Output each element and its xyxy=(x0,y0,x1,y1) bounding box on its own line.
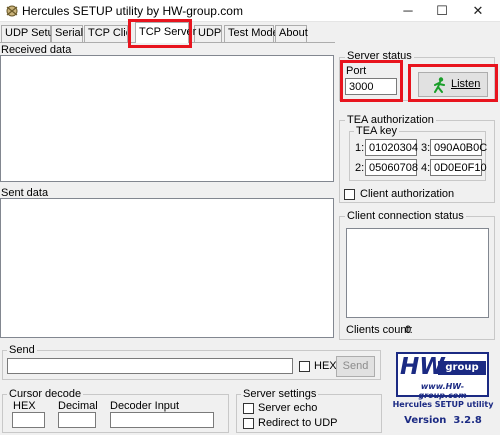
group-logo-text: group xyxy=(438,361,486,375)
send-hex-label: HEX xyxy=(314,360,337,372)
send-title: Send xyxy=(7,344,37,356)
tea-key-4-index: 4: xyxy=(421,162,431,174)
server-settings-title: Server settings xyxy=(241,388,319,400)
tab-test-mode[interactable]: Test Mode xyxy=(224,25,279,42)
close-button[interactable]: ✕ xyxy=(456,0,500,22)
clients-count-value: 0 xyxy=(405,324,412,336)
send-hex-checkbox[interactable] xyxy=(299,361,310,372)
tcp-server-tab-highlight xyxy=(128,19,192,48)
cursor-decimal-field[interactable] xyxy=(58,412,96,428)
send-input[interactable] xyxy=(7,358,293,374)
tea-key-1-input[interactable]: 01020304 xyxy=(365,139,418,156)
client-list[interactable] xyxy=(346,228,489,318)
hw-url-text: www.HW-group.com xyxy=(418,382,467,400)
client-authorization-label: Client authorization xyxy=(360,188,455,200)
received-data-area[interactable] xyxy=(0,55,334,182)
sent-data-area[interactable] xyxy=(0,198,334,338)
cursor-hex-field[interactable] xyxy=(12,412,45,428)
clients-count-label: Clients count: xyxy=(346,324,413,336)
port-highlight xyxy=(340,60,403,102)
client-status-title: Client connection status xyxy=(345,210,466,222)
server-echo-checkbox[interactable] xyxy=(243,403,254,414)
app-icon xyxy=(6,5,18,17)
redirect-udp-checkbox[interactable] xyxy=(243,418,254,429)
tea-key-2-input[interactable]: 05060708 xyxy=(365,159,418,176)
tab-udp-setup[interactable]: UDP Setup xyxy=(1,25,60,42)
cursor-hex-label: HEX xyxy=(13,400,36,412)
redirect-udp-label: Redirect to UDP xyxy=(258,417,338,429)
tab-tcp-client[interactable]: TCP Client xyxy=(84,25,128,42)
cursor-decimal-label: Decimal xyxy=(58,400,98,412)
tea-key-2-index: 2: xyxy=(355,162,365,174)
server-echo-label: Server echo xyxy=(258,402,318,414)
send-button[interactable]: Send xyxy=(336,356,375,377)
tab-about[interactable]: About xyxy=(275,25,308,42)
tea-key-1-index: 1: xyxy=(355,142,365,154)
tea-key-title: TEA key xyxy=(354,125,399,137)
listen-highlight xyxy=(408,64,498,102)
hw-group-logo[interactable]: HW group www.HW-group.com xyxy=(396,352,489,400)
tea-key-3-input[interactable]: 090A0B0C xyxy=(430,139,487,156)
tea-key-3-index: 3: xyxy=(421,142,431,154)
tab-udp[interactable]: UDP xyxy=(194,25,222,42)
tab-serial[interactable]: Serial xyxy=(51,25,83,42)
cursor-decoder-field[interactable] xyxy=(110,412,214,428)
tea-key-4-input[interactable]: 0D0E0F10 xyxy=(430,159,487,176)
client-authorization-checkbox[interactable] xyxy=(344,189,355,200)
cursor-decode-title: Cursor decode xyxy=(7,388,84,400)
cursor-decoder-label: Decoder Input xyxy=(110,400,180,412)
product-name: Hercules SETUP utility xyxy=(392,400,494,409)
version-text: Version 3.2.8 xyxy=(404,415,482,426)
window-title: Hercules SETUP utility by HW-group.com xyxy=(22,4,243,18)
